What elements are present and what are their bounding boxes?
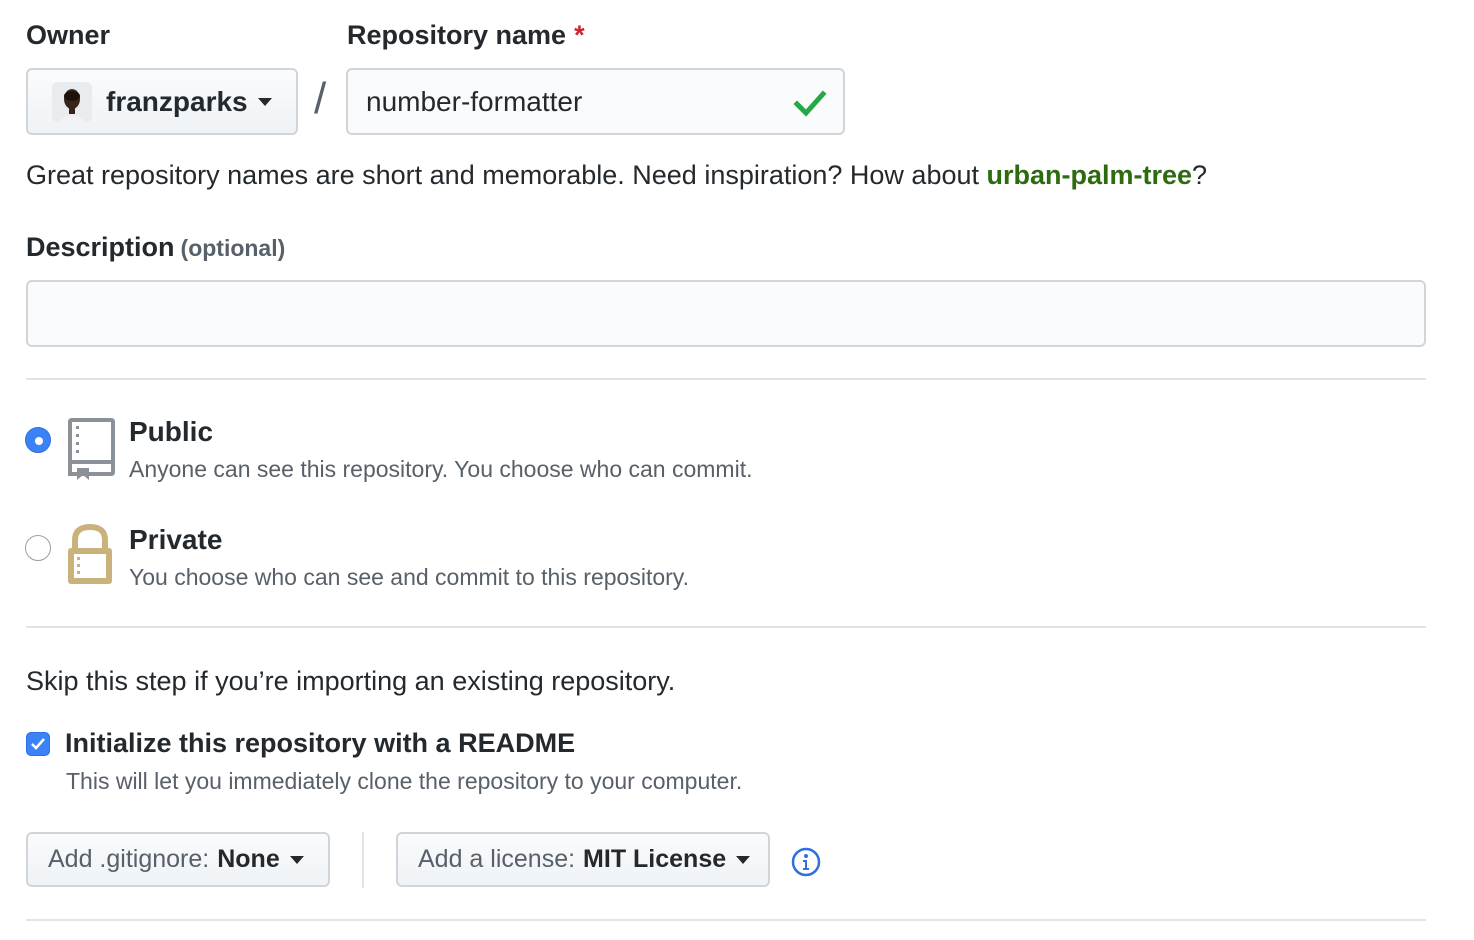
license-label: Add a license: [418, 845, 576, 873]
repo-name-label: Repository name * [347, 20, 585, 51]
info-icon[interactable] [790, 846, 822, 878]
divider [26, 626, 1426, 628]
chevron-down-icon [257, 97, 272, 106]
repo-book-icon [68, 418, 115, 480]
readme-desc: This will let you immediately clone the … [66, 768, 743, 794]
owner-name: franzparks [106, 85, 248, 117]
required-marker: * [574, 20, 585, 50]
owner-select[interactable]: franzparks [26, 68, 298, 135]
description-label: Description (optional) [26, 232, 285, 263]
checkmark-icon [31, 738, 45, 750]
owner-repo-separator: / [314, 74, 327, 123]
gitignore-select[interactable]: Add .gitignore: None [26, 832, 330, 887]
chevron-down-icon [736, 855, 751, 864]
skip-step-text: Skip this step if you’re importing an ex… [26, 666, 676, 696]
license-value: MIT License [583, 845, 727, 873]
private-desc: You choose who can see and commit to thi… [129, 564, 689, 590]
chevron-down-icon [289, 855, 304, 864]
gitignore-label: Add .gitignore: [48, 845, 210, 873]
private-title: Private [129, 524, 223, 555]
radio-public[interactable] [25, 427, 51, 453]
repo-name-input[interactable]: number-formatter [346, 68, 845, 135]
user-avatar-icon [52, 81, 92, 122]
readme-checkbox[interactable] [26, 732, 50, 756]
license-select[interactable]: Add a license: MIT License [396, 832, 770, 887]
button-separator [362, 832, 364, 888]
repo-name-value: number-formatter [366, 85, 583, 117]
divider [26, 378, 1426, 380]
public-title: Public [129, 416, 214, 447]
name-suggestion-link[interactable]: urban-palm-tree [987, 160, 1193, 190]
public-desc: Anyone can see this repository. You choo… [129, 456, 753, 482]
hint-prefix: Great repository names are short and mem… [26, 160, 987, 190]
hint-suffix: ? [1192, 160, 1208, 190]
lock-icon [68, 524, 112, 584]
description-label-text: Description [26, 232, 175, 262]
gitignore-value: None [217, 845, 280, 873]
avatar [52, 81, 92, 122]
readme-label[interactable]: Initialize this repository with a README [65, 728, 575, 759]
optional-note: (optional) [180, 235, 286, 261]
check-icon [793, 90, 827, 117]
description-input[interactable] [26, 280, 1426, 347]
radio-private[interactable] [25, 535, 51, 561]
repo-name-hint: Great repository names are short and mem… [26, 160, 1207, 191]
owner-label: Owner [26, 20, 111, 50]
repo-name-label-text: Repository name [347, 20, 567, 50]
divider [26, 919, 1426, 921]
